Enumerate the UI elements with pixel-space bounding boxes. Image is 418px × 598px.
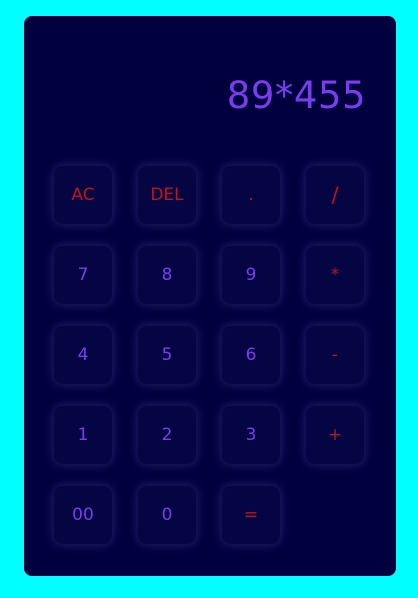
minus-button[interactable]: - — [306, 326, 364, 384]
delete-button[interactable]: DEL — [138, 166, 196, 224]
calculator-panel: 89*455 AC DEL . / 7 8 9 * 4 5 6 - 1 2 3 … — [24, 16, 396, 576]
calculator-display: 89*455 — [226, 74, 366, 117]
decimal-point-button[interactable]: . — [222, 166, 280, 224]
digit-9-button[interactable]: 9 — [222, 246, 280, 304]
digit-2-button[interactable]: 2 — [138, 406, 196, 464]
multiply-button[interactable]: * — [306, 246, 364, 304]
digit-6-button[interactable]: 6 — [222, 326, 280, 384]
clear-all-button[interactable]: AC — [54, 166, 112, 224]
digit-1-button[interactable]: 1 — [54, 406, 112, 464]
digit-3-button[interactable]: 3 — [222, 406, 280, 464]
double-zero-button[interactable]: 00 — [54, 486, 112, 544]
digit-8-button[interactable]: 8 — [138, 246, 196, 304]
divide-button[interactable]: / — [306, 166, 364, 224]
plus-button[interactable]: + — [306, 406, 364, 464]
digit-4-button[interactable]: 4 — [54, 326, 112, 384]
digit-5-button[interactable]: 5 — [138, 326, 196, 384]
digit-0-button[interactable]: 0 — [138, 486, 196, 544]
equals-button[interactable]: = — [222, 486, 280, 544]
digit-7-button[interactable]: 7 — [54, 246, 112, 304]
